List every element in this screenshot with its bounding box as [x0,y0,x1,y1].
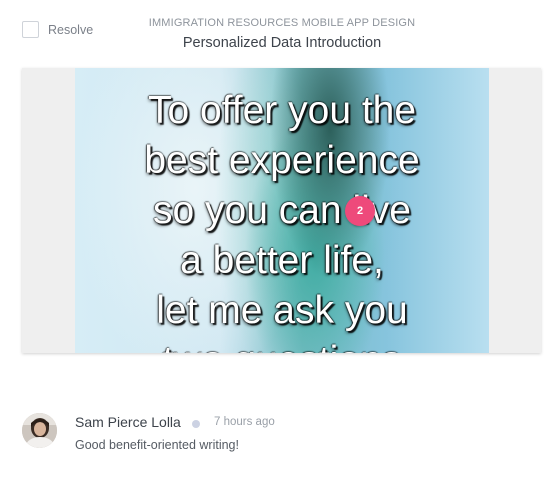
comment-pin[interactable]: 2 [345,196,375,226]
comment-text: Good benefit-oriented writing! [75,438,239,452]
project-name: IMMIGRATION RESOURCES MOBILE APP DESIGN [148,17,416,29]
screen-image-text: To offer you the best experience so you … [144,89,420,353]
comment-author[interactable]: Sam Pierce Lolla [75,414,181,430]
avatar [22,413,57,448]
user-avatar-image [22,413,57,448]
screen-image: To offer you the best experience so you … [75,68,489,353]
comment-time: 7 hours ago [214,416,275,428]
screen-preview[interactable]: To offer you the best experience so you … [22,68,541,353]
online-status-dot [192,420,200,428]
screen-title: Personalized Data Introduction [182,35,382,51]
